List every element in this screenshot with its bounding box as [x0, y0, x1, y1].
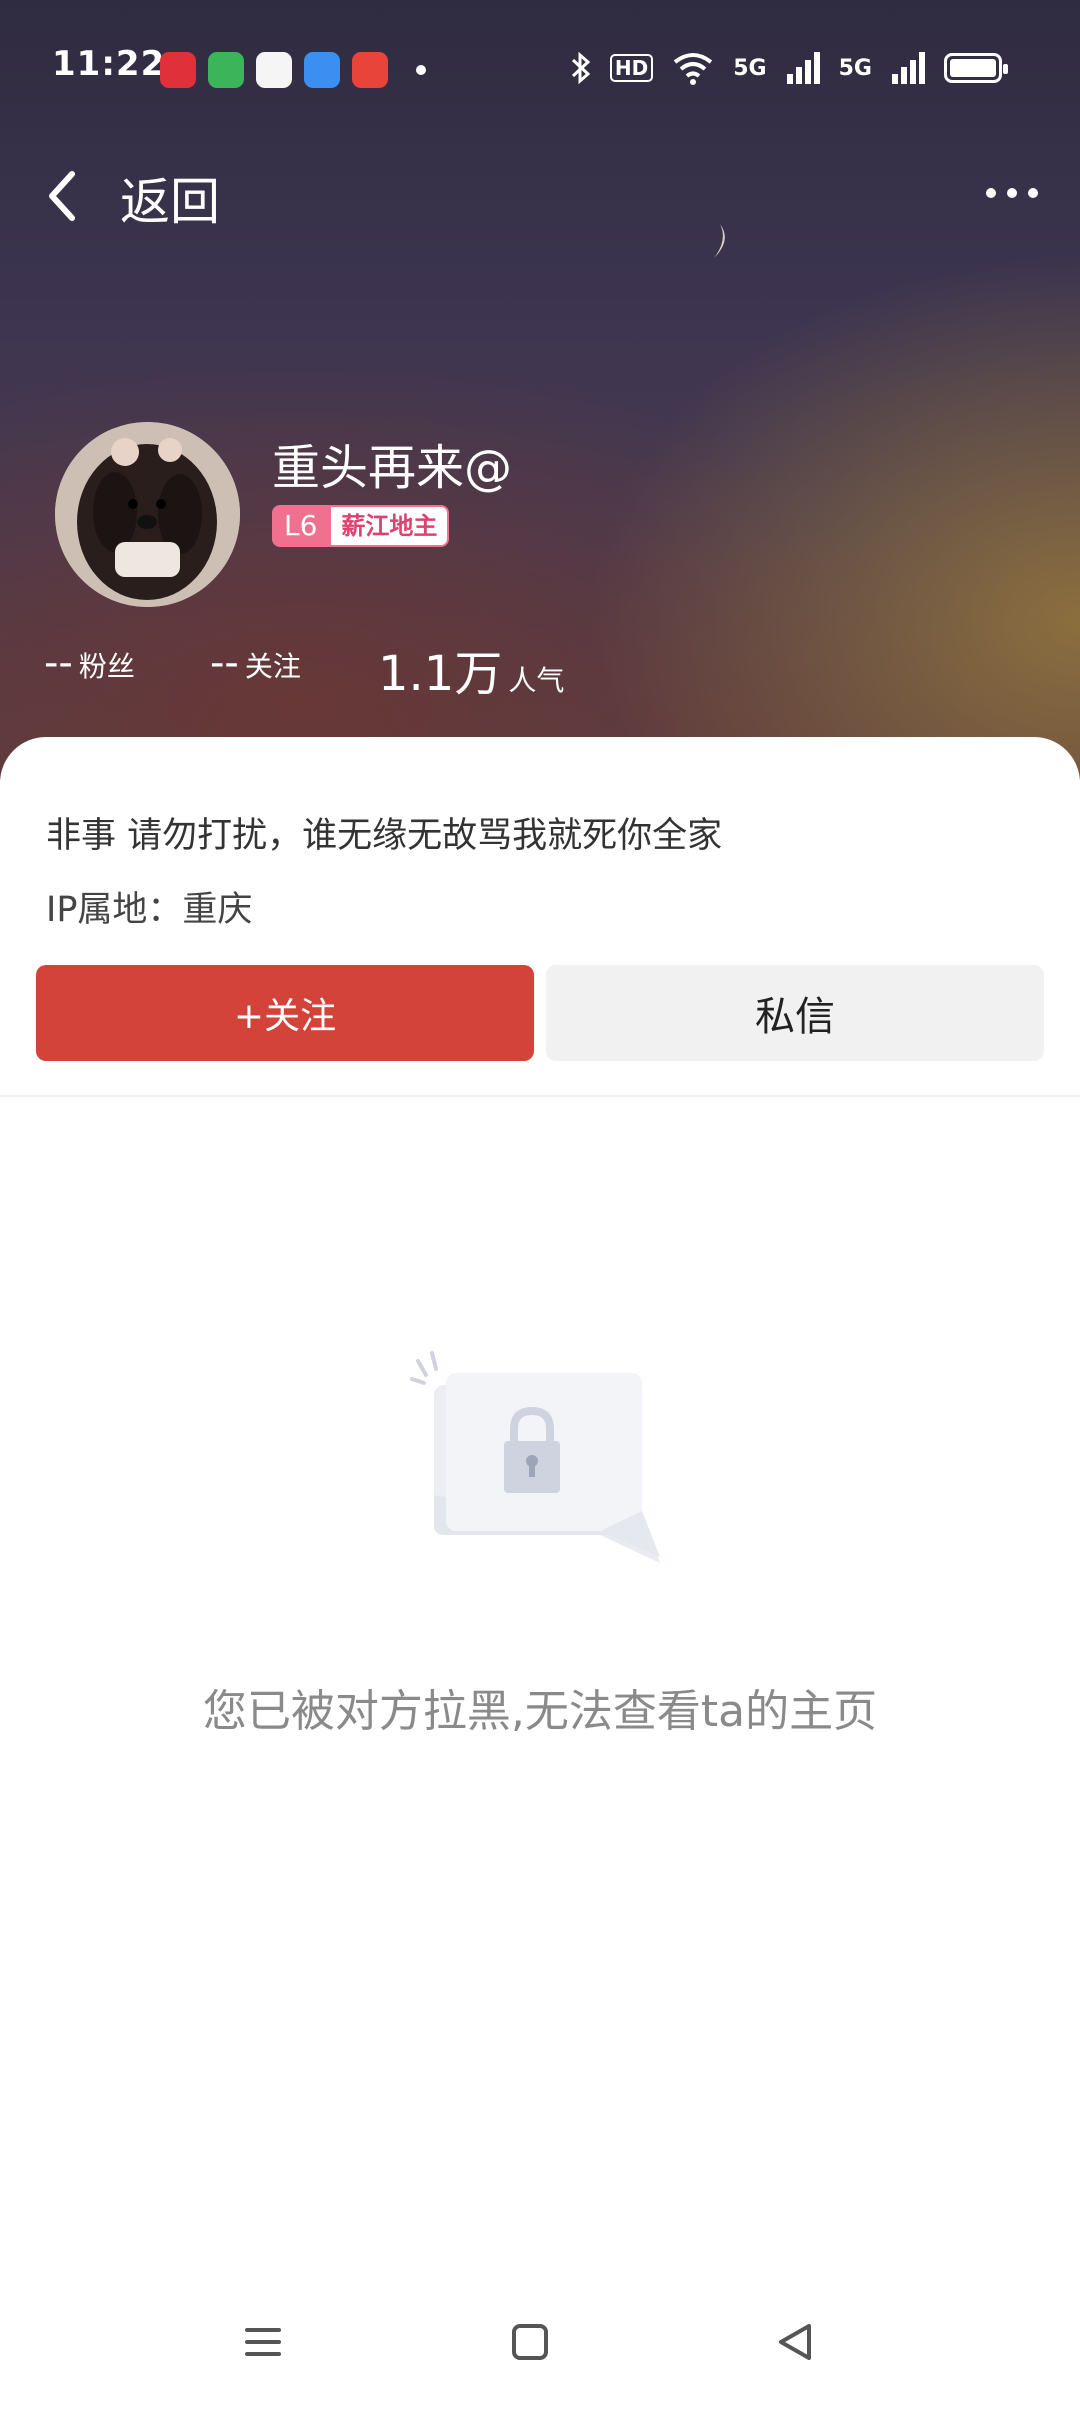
status-bar: 11:22 HD 5G 5G	[0, 40, 1080, 100]
taobao-app-icon	[352, 52, 388, 88]
avatar[interactable]	[55, 422, 240, 607]
network-type-1: 5G	[733, 55, 767, 81]
title-badge: 薪江地主	[329, 505, 450, 547]
section-divider	[0, 1095, 1080, 1097]
hd-indicator: HD	[609, 54, 654, 82]
following-count: --	[210, 640, 239, 686]
following-label: 关注	[244, 650, 301, 683]
user-badges[interactable]: L6 薪江地主	[272, 505, 450, 547]
back-arrow-icon[interactable]	[42, 164, 92, 228]
signal-icon-2	[892, 52, 925, 84]
network-type-2: 5G	[838, 55, 872, 81]
message-button[interactable]: 私信	[546, 965, 1044, 1061]
wallet-app-icon	[256, 52, 292, 88]
fans-label: 粉丝	[78, 650, 135, 683]
notification-icons	[160, 52, 426, 88]
bluetooth-icon	[571, 51, 591, 85]
blocked-lock-illustration	[410, 1351, 660, 1563]
app-notification-icon	[160, 52, 196, 88]
popularity-count: 1.1万	[378, 646, 503, 702]
popularity-label: 人气	[508, 664, 565, 697]
popularity-stat: 1.1万 人气	[378, 634, 564, 704]
level-badge: L6	[272, 505, 330, 547]
more-notifications-dot	[416, 65, 426, 75]
top-navigation: 返回	[0, 150, 1080, 240]
message-app-icon	[208, 52, 244, 88]
system-navigation-bar	[0, 2300, 1080, 2390]
home-icon[interactable]	[510, 2322, 550, 2362]
follow-button[interactable]: +关注	[36, 965, 534, 1061]
status-time: 11:22	[52, 44, 166, 84]
blocked-message: 您已被对方拉黑,无法查看ta的主页	[202, 1686, 878, 1737]
back-button[interactable]: 返回	[120, 162, 220, 234]
wifi-icon	[674, 53, 713, 85]
browser-app-icon	[304, 52, 340, 88]
back-nav-icon[interactable]	[775, 2322, 815, 2362]
username: 重头再来@	[272, 440, 513, 496]
dog-avatar-image	[55, 422, 240, 607]
battery-icon	[944, 53, 1008, 83]
fans-count: --	[44, 640, 73, 686]
status-indicators: HD 5G 5G	[570, 50, 1008, 86]
bio-text: 非事 请勿打扰，谁无缘无故骂我就死你全家	[46, 816, 723, 856]
following-stat[interactable]: -- 关注	[210, 640, 301, 686]
signal-icon	[786, 52, 820, 84]
profile-stats: -- 粉丝 -- 关注 1.1万 人气	[44, 640, 1044, 702]
profile-header-background: 11:22 HD 5G 5G 返回 重头再来@ L6 薪江地主 -- 粉丝 --…	[0, 0, 1080, 780]
ip-location: IP属地：重庆	[46, 890, 253, 930]
menu-icon[interactable]	[243, 2322, 283, 2362]
moon-decoration	[714, 224, 725, 258]
profile-content-card: 非事 请勿打扰，谁无缘无故骂我就死你全家 IP属地：重庆 +关注 私信	[0, 737, 1080, 2412]
more-options-icon[interactable]	[984, 186, 1040, 200]
fans-stat[interactable]: -- 粉丝	[44, 640, 135, 686]
